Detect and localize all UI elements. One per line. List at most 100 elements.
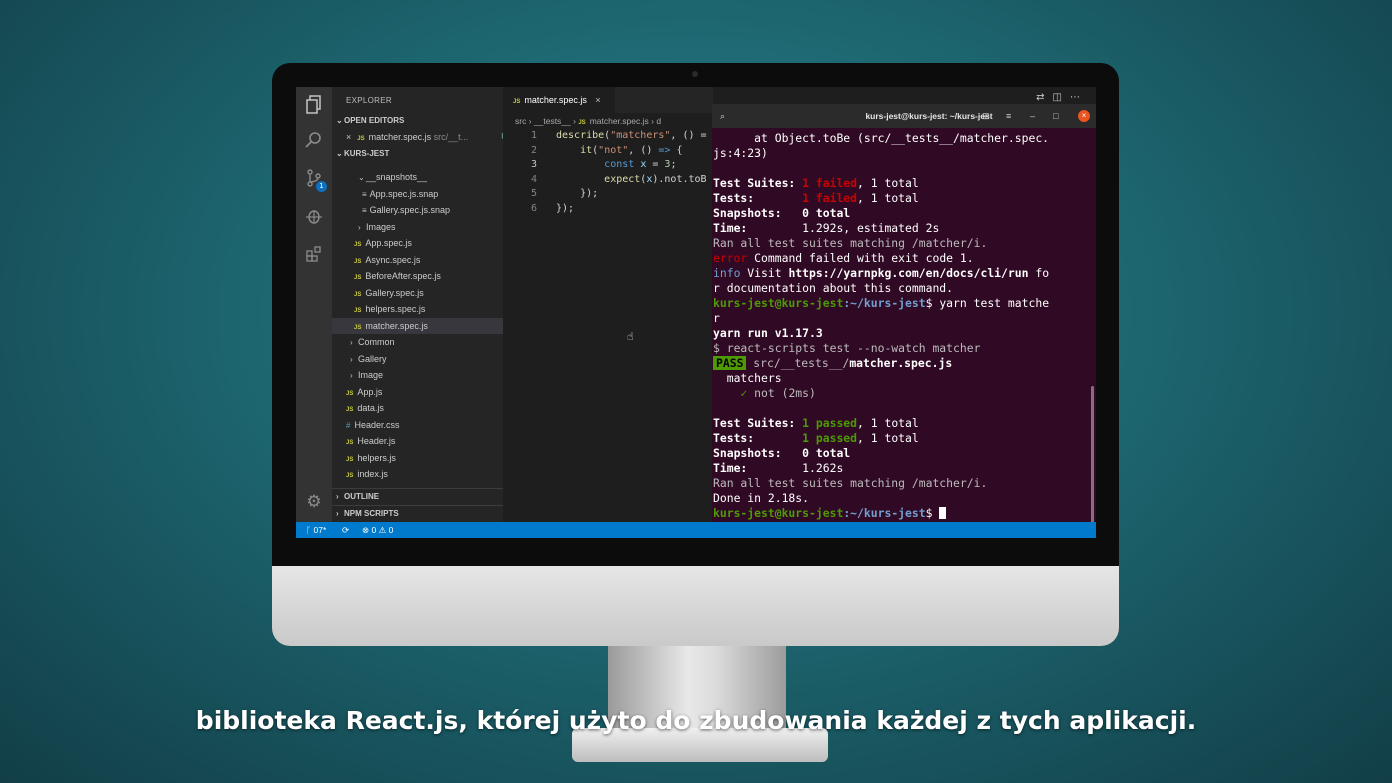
minimize-icon[interactable]: – (1030, 104, 1035, 128)
term-line: Snapshots: 0 total (713, 206, 851, 220)
term-text: src/__tests__/ (746, 356, 850, 370)
term-line: Ran all test suites matching /matcher/i. (713, 476, 988, 490)
terminal-output[interactable]: at Object.toBe (src/__tests__/matcher.sp… (713, 131, 1049, 521)
tree-item[interactable]: JS Header.js (332, 433, 517, 449)
menu-icon[interactable]: ≡ (1006, 104, 1011, 128)
code-line: describe("matchers", () = (556, 130, 707, 141)
tree-item[interactable]: JSmatcher.spec.jsU (332, 317, 525, 334)
branch-name: 07* (313, 525, 327, 535)
terminal-scrollbar[interactable] (1091, 386, 1094, 536)
js-file-icon: JS (346, 456, 354, 463)
error-icon: ⊗ (362, 525, 370, 535)
term-text: fo (1028, 266, 1050, 280)
tree-item-label: data.js (357, 403, 384, 413)
npm-scripts-section[interactable]: › NPM SCRIPTS (332, 505, 507, 522)
tree-item[interactable]: › Images (332, 219, 529, 235)
tree-item[interactable]: JS App.js (332, 384, 517, 400)
breadcrumb-item[interactable]: __tests__ (534, 116, 571, 126)
tree-item[interactable]: JS Gallery.spec.js (332, 285, 525, 301)
close-icon[interactable]: × (346, 132, 351, 142)
open-editor-item[interactable]: ×JSmatcher.spec.js src/__t... U (332, 129, 517, 145)
tree-item[interactable]: # Header.css (332, 417, 517, 433)
extensions-icon[interactable] (304, 245, 324, 265)
tree-item[interactable]: JS App.spec.js (332, 235, 525, 251)
close-icon[interactable]: × (595, 95, 600, 105)
term-failed: 1 failed (802, 176, 858, 190)
subtitle-caption: biblioteka React.js, której użyto do zbu… (195, 706, 1197, 735)
chevron-right-icon: › (350, 354, 353, 364)
tree-item-label: matcher.spec.js (365, 320, 428, 331)
branch-indicator[interactable]: ᚴ 07* (306, 522, 326, 538)
term-text: matcher.spec.js (849, 356, 953, 370)
tab-matcher-spec[interactable]: JS matcher.spec.js × (503, 87, 615, 113)
js-file-icon: JS (354, 275, 362, 281)
open-editors-label: OPEN EDITORS (344, 116, 405, 125)
prompt-user: kurs-jest@kurs-jest (713, 296, 844, 310)
js-file-icon: JS (354, 291, 362, 298)
compare-icon[interactable]: ⇄ (1036, 92, 1052, 103)
explorer-title: EXPLORER (346, 96, 392, 105)
term-label: Test Suites: (713, 416, 803, 430)
term-label: Time: (713, 221, 803, 235)
tree-item-label: Common (358, 337, 395, 347)
code-line: }); (556, 188, 599, 199)
prompt-user: kurs-jest@kurs-jest (713, 506, 844, 520)
js-file-icon: JS (513, 99, 521, 105)
breadcrumb-item[interactable]: matcher.spec.js (590, 116, 649, 126)
tree-item-label: App.spec.js.snap (369, 188, 439, 199)
tree-item[interactable]: JS helpers.js (332, 450, 517, 466)
term-label: Test Suites: (713, 176, 803, 190)
terminal-window[interactable]: ⌕ kurs-jest@kurs-jest: ~/kurs-jest ⊞ ≡ –… (712, 104, 1096, 538)
tree-item[interactable]: › Common (332, 334, 521, 350)
code-editor[interactable]: JS matcher.spec.js × src › __tests__ › JS… (503, 87, 713, 522)
tree-item-label: __snapshots__ (366, 172, 428, 182)
mouse-pointer-icon: ☝ (627, 330, 634, 343)
term-text: 1.292s, estimated 2s (802, 221, 940, 235)
term-error: error (713, 251, 748, 265)
terminal-title: kurs-jest@kurs-jest: ~/kurs-jest (865, 111, 993, 121)
maximize-icon[interactable]: □ (1053, 104, 1058, 128)
outline-section[interactable]: › OUTLINE (332, 488, 507, 505)
tree-item[interactable]: ⌄__snapshots__ (332, 169, 529, 185)
tree-item[interactable]: › Gallery (332, 351, 521, 367)
tree-item-label: Header.js (357, 436, 396, 446)
tree-item-label: Image (358, 370, 384, 380)
breadcrumb-item[interactable]: src (515, 116, 526, 126)
term-text: , 1 total (857, 416, 919, 430)
tree-item[interactable]: › Image (332, 367, 521, 383)
split-editor-icon[interactable]: ◫ (1053, 92, 1070, 103)
term-label: Time: (713, 461, 803, 475)
tree-item[interactable]: JS Async.spec.js (332, 252, 525, 268)
open-editors-section[interactable]: ⌄OPEN EDITORS (332, 113, 507, 129)
term-line: Done in 2.18s. (713, 491, 810, 505)
term-link[interactable]: https://yarnpkg.com/en/docs/cli/run (788, 266, 1028, 280)
chevron-right-icon: › (350, 371, 353, 380)
term-info: info (713, 266, 741, 280)
settings-gear-icon[interactable]: ⚙ (304, 492, 324, 512)
search-icon[interactable] (304, 131, 324, 151)
tree-item-label: index.js (357, 469, 388, 479)
explorer-sidebar: EXPLORER ⌄OPEN EDITORS × JS matcher.spec.j… (332, 87, 525, 522)
tab-label: matcher.spec.js (524, 95, 587, 105)
problems-indicator[interactable]: ⊗ 0 ⚠ 0 (362, 522, 393, 538)
js-file-icon: JS (354, 242, 362, 248)
tree-item[interactable]: JS BeforeAfter.spec.js (332, 268, 525, 284)
sync-icon[interactable]: ⟳ (342, 522, 349, 538)
prompt-path: :~/kurs-jest (843, 506, 926, 520)
more-icon[interactable]: ⋯ (1070, 92, 1088, 103)
close-icon[interactable]: × (1078, 110, 1090, 122)
breadcrumb-item[interactable]: d (656, 116, 661, 126)
project-section[interactable]: ⌄KURS-JEST (332, 146, 507, 162)
code-line: expect(x).not.toB (604, 173, 707, 185)
term-text: not (2ms) (747, 386, 816, 400)
line-number: 2 (530, 144, 537, 156)
debug-icon[interactable] (304, 207, 324, 227)
tree-item-label: App.js (357, 386, 383, 397)
tree-item[interactable]: JS helpers.spec.js (332, 301, 525, 317)
files-icon[interactable] (304, 95, 324, 115)
term-text: 1.262s (802, 461, 844, 475)
tree-item[interactable]: JS data.js (332, 400, 517, 416)
term-text: Command failed with exit code 1. (747, 251, 974, 265)
tree-item[interactable]: JS index.js (332, 466, 517, 482)
new-tab-icon[interactable]: ⊞ (982, 104, 990, 128)
